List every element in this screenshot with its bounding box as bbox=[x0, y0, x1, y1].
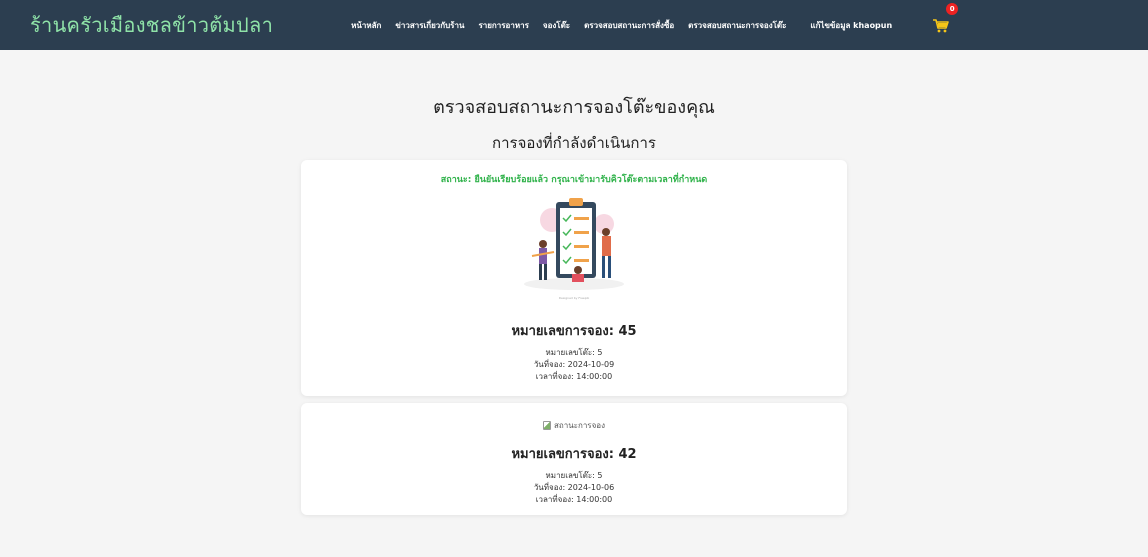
broken-image-icon bbox=[542, 421, 551, 430]
nav-menu-link[interactable]: รายการอาหาร bbox=[478, 19, 528, 32]
booking-time: เวลาที่จอง: 14:00:00 bbox=[535, 372, 613, 381]
booking-number: หมายเลขการจอง: 42 bbox=[511, 447, 637, 462]
status-image-broken: สถานะการจอง bbox=[542, 419, 605, 432]
illustration-credit: Designed by Freepik bbox=[558, 296, 590, 300]
page-title: ตรวจสอบสถานะการจองโต๊ะของคุณ bbox=[433, 97, 715, 118]
booking-date: วันที่จอง: 2024-10-09 bbox=[533, 360, 615, 369]
booking-date: วันที่จอง: 2024-10-06 bbox=[533, 483, 615, 492]
booking-time: เวลาที่จอง: 14:00:00 bbox=[535, 495, 613, 504]
main-content: ตรวจสอบสถานะการจองโต๊ะของคุณ การจองที่กำ… bbox=[0, 92, 1148, 515]
booking-status-text: สถานะ: ยืนยันเรียบร้อยแล้ว กรุณาเข้ามารั… bbox=[440, 175, 708, 185]
nav-news-link[interactable]: ข่าวสารเกี่ยวกับร้าน bbox=[395, 19, 464, 32]
booking-number: หมายเลขการจอง: 45 bbox=[511, 324, 637, 339]
booking-card: สถานะ: ยืนยันเรียบร้อยแล้ว กรุณาเข้ามารั… bbox=[301, 160, 847, 396]
booking-card: สถานะการจอง หมายเลขการจอง: 42 หมายเลขโต๊… bbox=[301, 403, 847, 515]
checklist-illustration bbox=[524, 198, 624, 290]
nav-home-link[interactable]: หน้าหลัก bbox=[351, 19, 381, 32]
nav-reserve-table-link[interactable]: จองโต๊ะ bbox=[543, 19, 570, 32]
cart-button[interactable]: 0 bbox=[932, 3, 959, 36]
booking-details: หมายเลขโต๊ะ: 5 วันที่จอง: 2024-10-06 เวล… bbox=[301, 470, 847, 506]
table-number: หมายเลขโต๊ะ: 5 bbox=[545, 471, 603, 480]
brand-title[interactable]: ร้านครัวเมืองชลข้าวต้มปลา bbox=[30, 9, 273, 41]
booking-details: หมายเลขโต๊ะ: 5 วันที่จอง: 2024-10-09 เวล… bbox=[301, 347, 847, 383]
section-title: การจองที่กำลังดำเนินการ bbox=[492, 134, 656, 152]
nav-edit-profile-link[interactable]: แก้ไขข้อมูล khaopun bbox=[810, 19, 892, 32]
nav-order-status-link[interactable]: ตรวจสอบสถานะการสั่งซื้อ bbox=[584, 19, 674, 32]
cart-count-badge: 0 bbox=[946, 3, 959, 15]
status-image-alt-text: สถานะการจอง bbox=[553, 421, 605, 430]
top-navbar: ร้านครัวเมืองชลข้าวต้มปลา หน้าหลัก ข่าวส… bbox=[0, 0, 1148, 50]
nav-booking-status-link[interactable]: ตรวจสอบสถานะการจองโต๊ะ bbox=[688, 19, 786, 32]
shopping-cart-icon bbox=[933, 19, 949, 33]
table-number: หมายเลขโต๊ะ: 5 bbox=[545, 348, 603, 357]
nav-links: หน้าหลัก ข่าวสารเกี่ยวกับร้าน รายการอาหา… bbox=[351, 3, 959, 36]
